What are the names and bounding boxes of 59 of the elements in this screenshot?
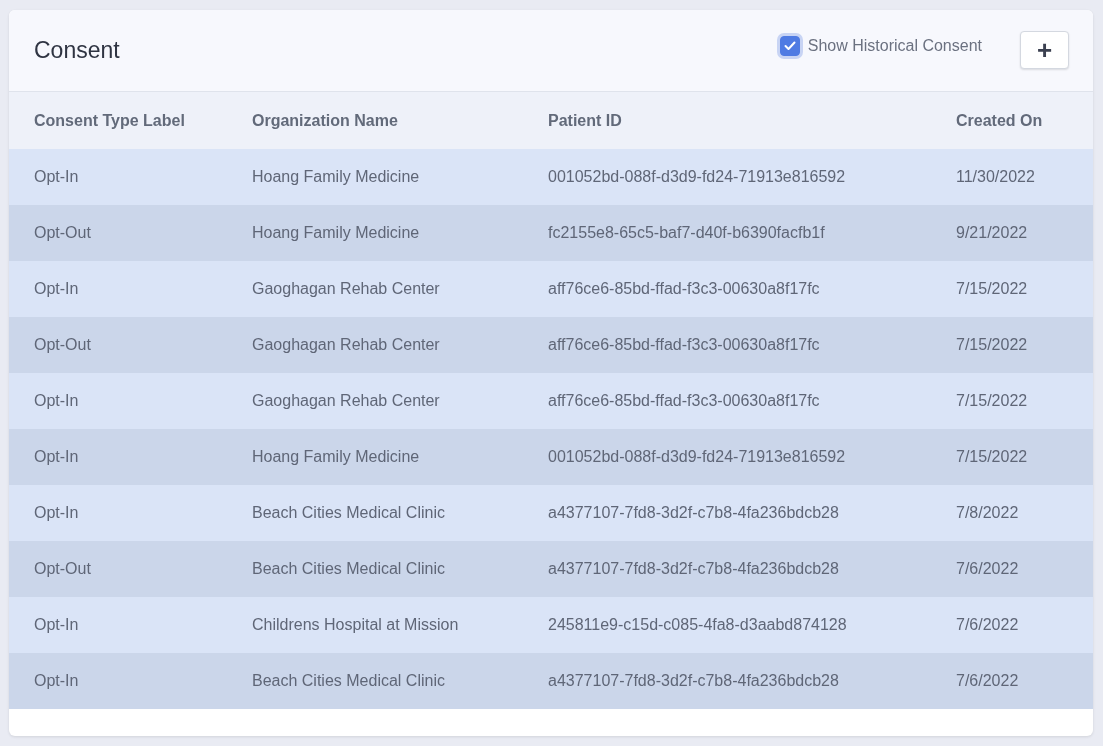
table-cell-text: 7/15/2022: [956, 280, 1029, 298]
table-cell-text: a4377107-7fd8-3d2f-c7b8-4fa236bdcb28: [548, 560, 840, 578]
table-cell-text: Gaoghagan Rehab Center: [252, 392, 441, 410]
table-cell-text: Beach Cities Medical Clinic: [252, 504, 446, 522]
table-cell-text: Gaoghagan Rehab Center: [252, 280, 441, 298]
table-cell-text: 7/6/2022: [956, 560, 1020, 578]
table-cell-text: Opt-Out: [34, 336, 92, 354]
table-cell-text: Beach Cities Medical Clinic: [252, 560, 446, 578]
table-row[interactable]: Opt-Out Hoang Family Medicine fc2155e8-65c5-baf7-d40f-b6390facfb1f 9/21/2022: [9, 205, 1093, 261]
column-header: Created On: [956, 111, 1044, 130]
table-cell-text: fc2155e8-65c5-baf7-d40f-b6390facfb1f: [548, 224, 826, 242]
table-cell-text: Opt-In: [34, 280, 80, 298]
table-cell-text: 245811e9-c15d-c085-4fa8-d3aabd874128: [548, 616, 848, 634]
table-cell-text: Hoang Family Medicine: [252, 448, 421, 466]
table-cell-text: Opt-In: [34, 504, 80, 522]
column-header: Patient ID: [548, 111, 623, 130]
table-cell-text: aff76ce6-85bd-ffad-f3c3-00630a8f17fc: [548, 392, 821, 410]
table-cell-text: 001052bd-088f-d3d9-fd24-71913e816592: [548, 168, 847, 186]
table-cell-text: Beach Cities Medical Clinic: [252, 672, 446, 690]
table-row[interactable]: Opt-In Beach Cities Medical Clinic a4377107-7fd8-3d2f-c7b8-4fa236bdcb28 7/8/2022: [9, 485, 1093, 541]
card-title: Consent: [34, 37, 121, 64]
column-header: Consent Type Label: [34, 111, 186, 130]
table-cell-text: Opt-In: [34, 672, 80, 690]
table-cell-text: Hoang Family Medicine: [252, 168, 421, 186]
table-row[interactable]: Opt-In Beach Cities Medical Clinic a4377107-7fd8-3d2f-c7b8-4fa236bdcb28 7/6/2022: [9, 653, 1093, 709]
table-row[interactable]: Opt-Out Gaoghagan Rehab Center aff76ce6-85bd-ffad-f3c3-00630a8f17fc 7/15/2022: [9, 317, 1093, 373]
checkbox[interactable]: [779, 35, 800, 56]
table-cell-text: Childrens Hospital at Mission: [252, 616, 460, 634]
table-cell-text: 7/15/2022: [956, 336, 1029, 354]
table-cell-text: a4377107-7fd8-3d2f-c7b8-4fa236bdcb28: [548, 672, 840, 690]
table-cell-text: 7/6/2022: [956, 616, 1020, 634]
table-cell-text: 9/21/2022: [956, 224, 1029, 242]
column-header: Organization Name: [252, 111, 399, 130]
add-button[interactable]: +: [1020, 30, 1069, 69]
table-cell-text: aff76ce6-85bd-ffad-f3c3-00630a8f17fc: [548, 280, 821, 298]
table-cell-text: 7/15/2022: [956, 448, 1029, 466]
table-cell-text: Opt-Out: [34, 560, 92, 578]
table-cell-text: 001052bd-088f-d3d9-fd24-71913e816592: [548, 448, 847, 466]
table-cell-text: 7/8/2022: [956, 504, 1020, 522]
check-icon: [783, 40, 796, 51]
table-row[interactable]: Opt-In Gaoghagan Rehab Center aff76ce6-85bd-ffad-f3c3-00630a8f17fc 7/15/2022: [9, 373, 1093, 429]
table-row[interactable]: Opt-In Hoang Family Medicine 001052bd-088f-d3d9-fd24-71913e816592 11/30/2022: [9, 149, 1093, 205]
table-cell-text: Opt-In: [34, 392, 80, 410]
table-cell-text: Opt-In: [34, 616, 80, 634]
table-cell-text: 7/6/2022: [956, 672, 1020, 690]
table-cell-text: Opt-In: [34, 448, 80, 466]
table-row[interactable]: Opt-In Childrens Hospital at Mission 245811e9-c15d-c085-4fa8-d3aabd874128 7/6/2022: [9, 597, 1093, 653]
table-cell-text: aff76ce6-85bd-ffad-f3c3-00630a8f17fc: [548, 336, 821, 354]
table-row[interactable]: Opt-In Hoang Family Medicine 001052bd-088f-d3d9-fd24-71913e816592 7/15/2022: [9, 429, 1093, 485]
table-row[interactable]: Opt-In Gaoghagan Rehab Center aff76ce6-85bd-ffad-f3c3-00630a8f17fc 7/15/2022: [9, 261, 1093, 317]
table-row[interactable]: Opt-Out Beach Cities Medical Clinic a4377107-7fd8-3d2f-c7b8-4fa236bdcb28 7/6/2022: [9, 541, 1093, 597]
table-cell-text: Opt-In: [34, 168, 80, 186]
table-cell-text: 11/30/2022: [956, 168, 1036, 186]
table-cell-text: Opt-Out: [34, 224, 92, 242]
table-cell-text: Hoang Family Medicine: [252, 224, 421, 242]
table-cell-text: a4377107-7fd8-3d2f-c7b8-4fa236bdcb28: [548, 504, 840, 522]
table-cell-text: 7/15/2022: [956, 392, 1029, 410]
checkbox-label[interactable]: Show Historical Consent: [807, 36, 982, 55]
table-cell-text: Gaoghagan Rehab Center: [252, 336, 441, 354]
